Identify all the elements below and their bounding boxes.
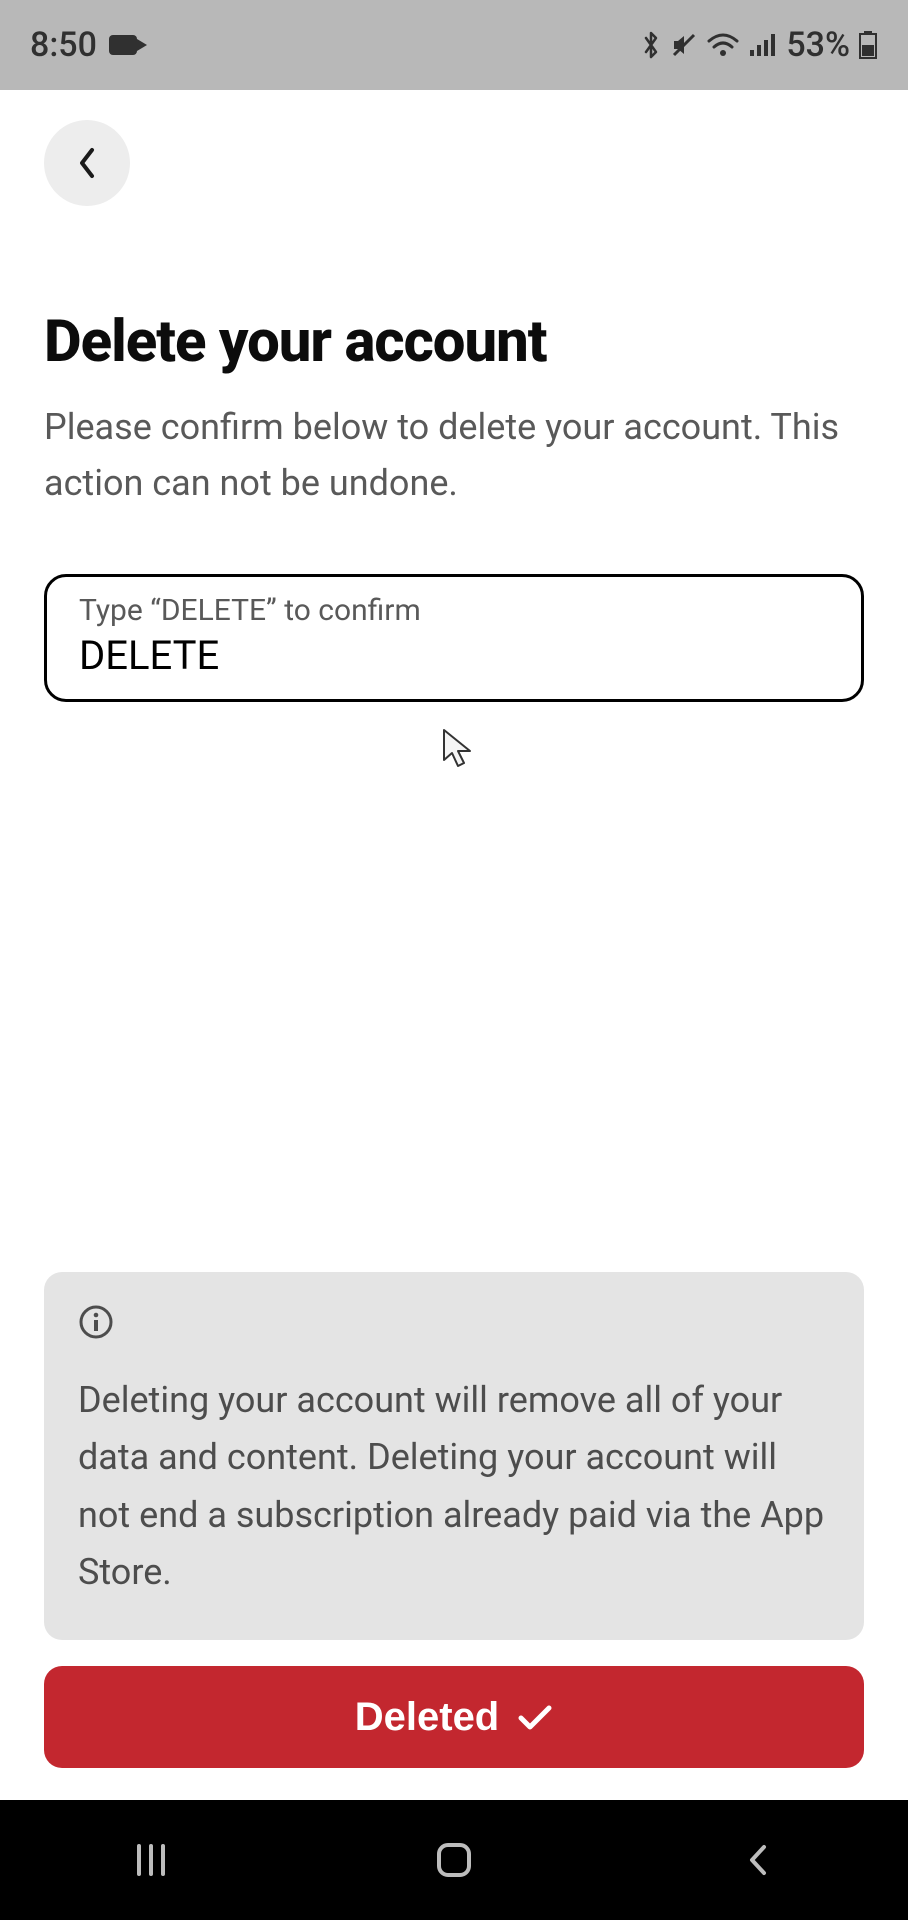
content-area: Delete your account Please confirm below… xyxy=(0,90,908,1800)
status-bar: 8:50 53% xyxy=(0,0,908,90)
recents-button[interactable] xyxy=(101,1830,201,1890)
spacer xyxy=(44,702,864,1272)
bluetooth-icon xyxy=(640,30,662,60)
check-icon xyxy=(517,1703,553,1731)
page-description: Please confirm below to delete your acco… xyxy=(44,400,864,512)
back-button[interactable] xyxy=(44,120,130,206)
status-left: 8:50 xyxy=(30,25,137,65)
battery-icon xyxy=(858,30,878,60)
recents-icon xyxy=(131,1842,171,1878)
page-title: Delete your account xyxy=(44,308,864,376)
camera-icon xyxy=(109,35,137,55)
status-right: 53% xyxy=(640,25,878,65)
chevron-left-icon xyxy=(76,146,98,180)
signal-icon xyxy=(748,32,778,58)
info-box: Deleting your account will remove all of… xyxy=(44,1272,864,1640)
info-text: Deleting your account will remove all of… xyxy=(78,1372,830,1602)
delete-button-label: Deleted xyxy=(355,1695,500,1740)
back-icon xyxy=(744,1841,770,1879)
status-time: 8:50 xyxy=(30,25,97,65)
confirm-input[interactable] xyxy=(79,632,829,679)
delete-button[interactable]: Deleted xyxy=(44,1666,864,1768)
system-back-button[interactable] xyxy=(707,1830,807,1890)
confirm-field-container[interactable]: Type “DELETE” to confirm xyxy=(44,574,864,702)
home-icon xyxy=(433,1839,475,1881)
system-nav-bar xyxy=(0,1800,908,1920)
wifi-icon xyxy=(706,31,740,59)
info-icon xyxy=(78,1304,114,1340)
confirm-field-label: Type “DELETE” to confirm xyxy=(79,593,829,628)
home-button[interactable] xyxy=(404,1830,504,1890)
mute-icon xyxy=(670,31,698,59)
battery-percent: 53% xyxy=(786,25,850,65)
info-icon-wrap xyxy=(78,1304,830,1344)
